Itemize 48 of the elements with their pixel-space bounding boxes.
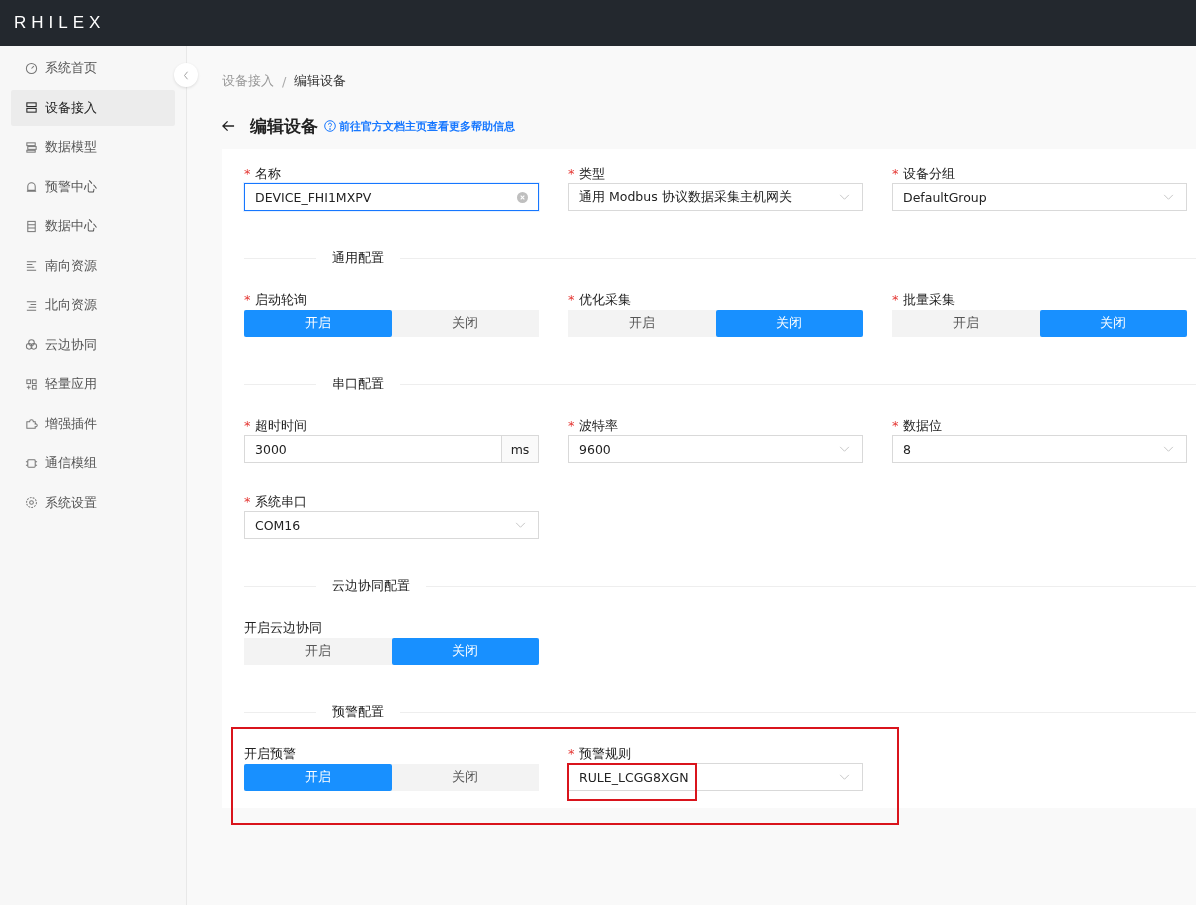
section-title: 云边协同配置	[331, 577, 411, 595]
sidebar-item[interactable]: 系统首页	[11, 50, 175, 86]
field-label: * 启动轮询	[244, 291, 308, 309]
segment-option[interactable]: 开启	[568, 310, 716, 337]
segment-option[interactable]: 关闭	[391, 764, 539, 791]
field-label: * 系统串口	[244, 493, 308, 511]
breadcrumb-item: 编辑设备	[294, 72, 347, 90]
logo: RHILEX	[14, 13, 106, 33]
select-field[interactable]: DefaultGroup	[892, 183, 1187, 211]
field-label: * 类型	[568, 165, 606, 183]
field-label: * 设备分组	[892, 165, 956, 183]
sidebar-item[interactable]: 设备接入	[11, 89, 175, 126]
input-field[interactable]: 3000 ms	[244, 435, 539, 463]
help-link[interactable]: 前往官方文档主页查看更多帮助信息	[324, 118, 515, 134]
field-label: 开启云边协同	[244, 619, 323, 637]
field-label: * 优化采集	[568, 291, 632, 309]
field-label: 开启预警	[244, 745, 297, 763]
sidebar-item[interactable]: 系统设置	[11, 484, 175, 521]
input-field[interactable]: DEVICE_FHI1MXPV	[244, 183, 539, 211]
sidebar-item[interactable]: 云边协同	[11, 326, 175, 363]
segment-option[interactable]: 开启	[244, 638, 392, 665]
field-label: * 超时时间	[244, 417, 308, 435]
field-label: * 批量采集	[892, 291, 956, 309]
select-field[interactable]: COM16	[244, 511, 539, 539]
select-field[interactable]: 9600	[568, 435, 863, 463]
section-title: 预警配置	[331, 703, 385, 721]
select-field[interactable]: 8	[892, 435, 1187, 463]
field-label: * 名称	[244, 165, 282, 183]
field-label: * 预警规则	[568, 745, 632, 763]
segment-option[interactable]: 开启	[892, 310, 1040, 337]
sidebar-item[interactable]: 轻量应用	[11, 366, 175, 402]
breadcrumb-separator: /	[282, 73, 287, 89]
sidebar-item[interactable]: 通信模组	[11, 445, 175, 481]
section-title: 串口配置	[331, 375, 385, 393]
segment-option[interactable]: 关闭	[391, 310, 539, 337]
sidebar-item[interactable]: 北向资源	[11, 287, 175, 323]
sidebar-item[interactable]: 增强插件	[11, 405, 175, 442]
field-label: * 波特率	[568, 417, 619, 435]
select-field[interactable]: RULE_LCGG8XGN	[568, 763, 863, 791]
select-field[interactable]: 通用 Modbus 协议数据采集主机网关	[568, 183, 863, 211]
section-title: 通用配置	[331, 249, 385, 267]
sidebar-item[interactable]: 预警中心	[11, 168, 175, 205]
unit-addon: ms	[501, 436, 538, 462]
field-label: * 数据位	[892, 417, 943, 435]
sidebar-item[interactable]: 南向资源	[11, 247, 175, 284]
sidebar-item[interactable]: 数据模型	[11, 129, 175, 165]
page-title: 编辑设备	[250, 114, 318, 138]
sidebar-item[interactable]: 数据中心	[11, 208, 175, 244]
